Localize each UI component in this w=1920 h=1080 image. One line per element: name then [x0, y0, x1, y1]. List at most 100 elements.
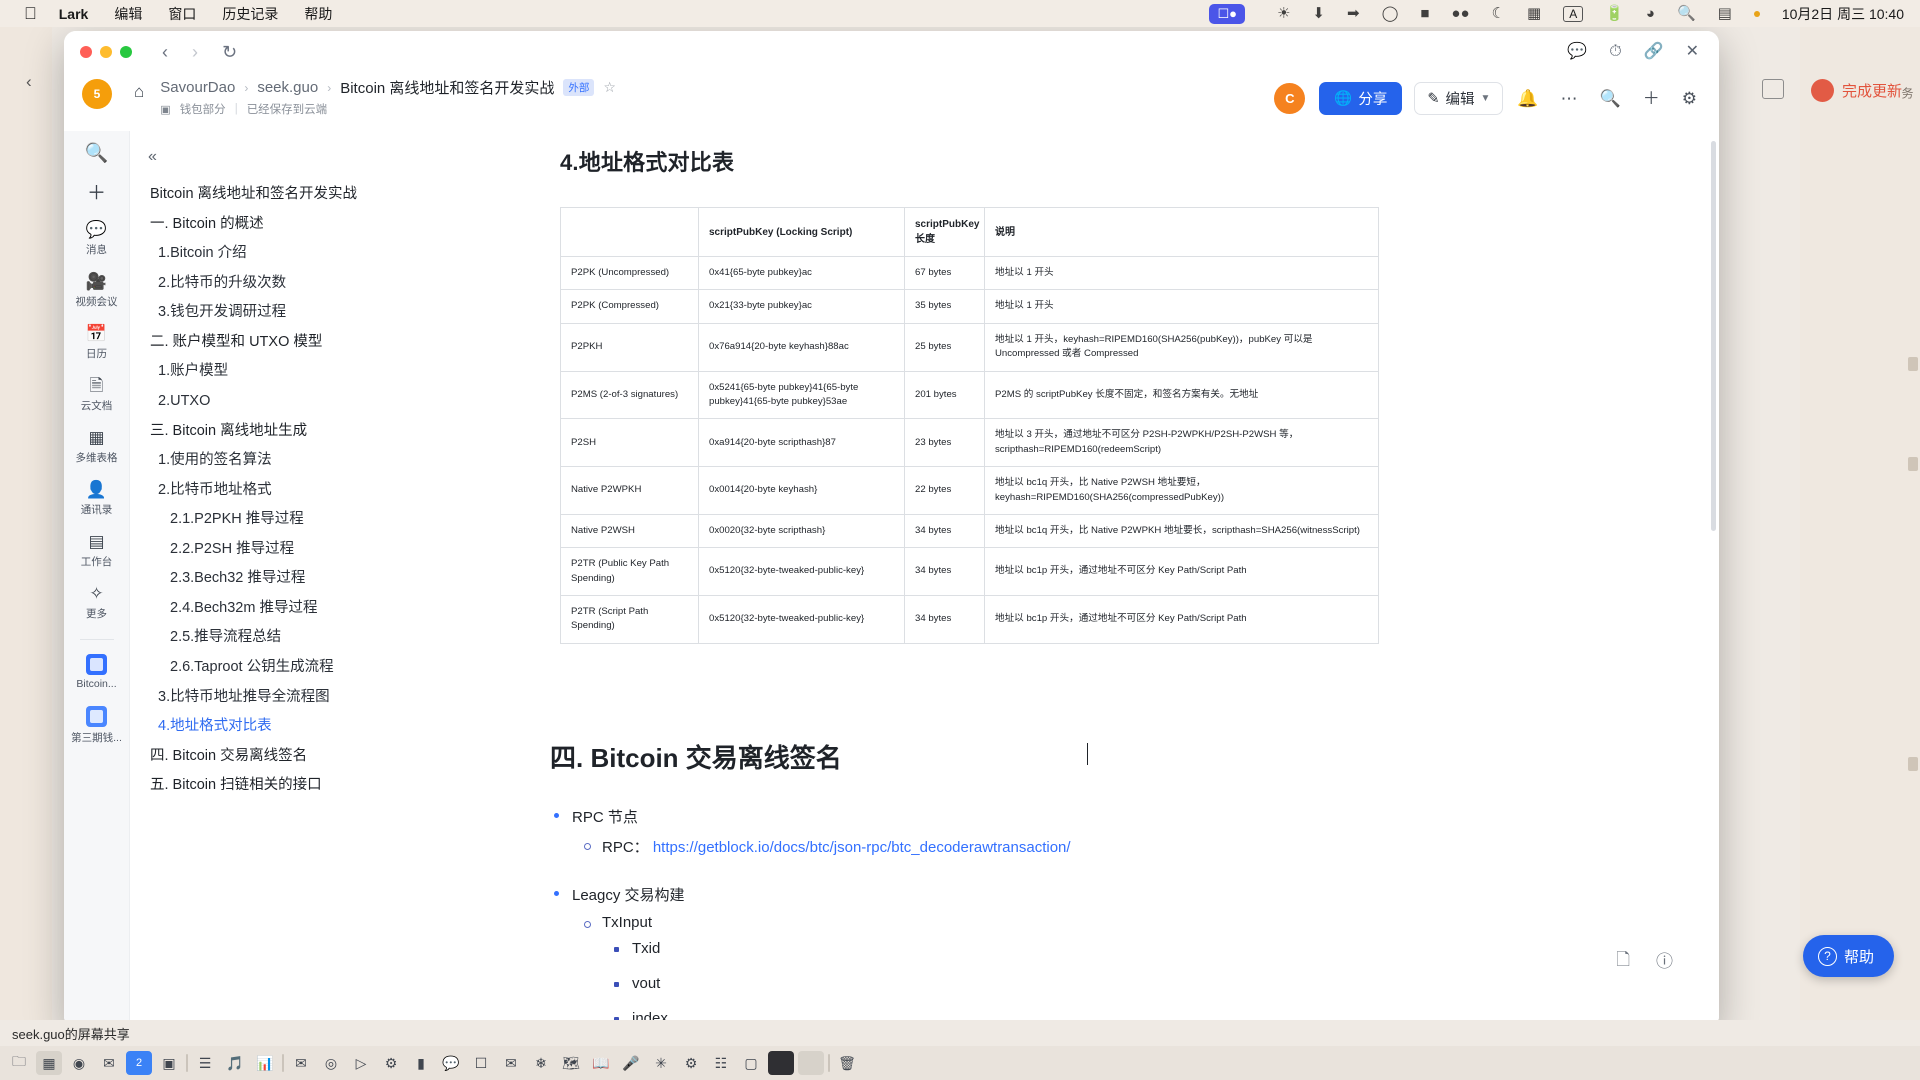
dock-item-finder[interactable]: 🗀 — [6, 1051, 32, 1075]
dock-item-music[interactable]: 🎵 — [222, 1051, 248, 1075]
dock-item-messages[interactable]: 💬 — [438, 1051, 464, 1075]
back-chevron-icon[interactable]: ‹ — [162, 43, 168, 61]
sidebar-item-base[interactable]: ▦ 多维表格 — [64, 429, 130, 465]
menu-item-window[interactable]: 窗口 — [168, 4, 196, 24]
gear-icon[interactable]: ⚙ — [1682, 90, 1697, 107]
input-source-icon[interactable]: A — [1563, 5, 1584, 22]
outline-item-19[interactable]: 四. Bitcoin 交易离线签名 — [146, 742, 438, 772]
dock-item-books[interactable]: 📖 — [588, 1051, 614, 1075]
apple-icon[interactable]:  — [24, 5, 37, 22]
vertical-scrollbar[interactable] — [1711, 141, 1716, 531]
sidebar-item-calendar[interactable]: 📅 日历 — [64, 325, 130, 361]
help-circle-icon[interactable]: ⓘ — [1656, 947, 1673, 976]
dock-item-appstore[interactable]: ✳ — [648, 1051, 674, 1075]
search-icon[interactable]: 🔍 — [85, 141, 109, 165]
tenant-avatar[interactable]: 5 — [82, 79, 112, 109]
reload-icon[interactable]: ↻ — [222, 43, 237, 61]
outline-item-11[interactable]: 2.1.P2PKH 推导过程 — [146, 505, 438, 535]
outline-item-17[interactable]: 3.比特币地址推导全流程图 — [146, 683, 438, 713]
document-canvas[interactable]: 4.地址格式对比表 scriptPubKey (Locking Script) … — [450, 131, 1719, 1028]
breadcrumb-item-0[interactable]: SavourDao — [160, 79, 235, 96]
history-clock-icon[interactable]: ⏱ — [1609, 44, 1621, 60]
outline-item-5[interactable]: 二. 账户模型和 UTXO 模型 — [146, 328, 438, 358]
outline-item-20[interactable]: 五. Bitcoin 扫链相关的接口 — [146, 771, 438, 801]
forward-chevron-icon[interactable]: › — [192, 43, 198, 61]
maximize-window-button[interactable] — [120, 46, 132, 58]
dock-item-calendar[interactable]: 2 — [126, 1051, 152, 1075]
outline-item-16[interactable]: 2.6.Taproot 公钥生成流程 — [146, 653, 438, 683]
cells-icon[interactable]: ●● — [1451, 6, 1469, 21]
dock-item-trash[interactable]: 🗑 — [834, 1051, 860, 1075]
sidebar-item-cloud-docs[interactable]: 🗎 云文档 — [64, 377, 130, 413]
stack-icon[interactable]: ▦ — [1527, 6, 1541, 21]
battery-charging-icon[interactable]: 🔋 — [1605, 6, 1624, 21]
rpc-doc-link[interactable]: https://getblock.io/docs/btc/json-rpc/bt… — [653, 839, 1071, 856]
comment-icon[interactable]: 💬 — [1567, 44, 1587, 60]
rocket-icon[interactable]: ➡ — [1347, 6, 1360, 21]
close-window-button[interactable] — [80, 46, 92, 58]
dock-item-podcast[interactable]: 🎤 — [618, 1051, 644, 1075]
menu-item-help[interactable]: 帮助 — [304, 4, 332, 24]
background-update-button[interactable]: 完成更新 — [1810, 79, 1902, 102]
menu-item-lark[interactable]: Lark — [59, 6, 89, 22]
outline-item-13[interactable]: 2.3.Bech32 推导过程 — [146, 564, 438, 594]
wifi-icon[interactable]: ◕ — [1646, 6, 1655, 21]
dock-item-terminal-2[interactable] — [768, 1051, 794, 1075]
sidebar-item-contacts[interactable]: 👤 通讯录 — [64, 481, 130, 517]
dock-item-files[interactable] — [798, 1051, 824, 1075]
home-icon[interactable]: ⌂ — [134, 82, 144, 102]
ring-icon[interactable]: ◯ — [1382, 6, 1399, 21]
dock-item-utility[interactable]: ☷ — [708, 1051, 734, 1075]
menu-item-edit[interactable]: 编辑 — [114, 4, 142, 24]
dock-item-reminders[interactable]: ☰ — [192, 1051, 218, 1075]
dock-item-preview[interactable]: ☐ — [468, 1051, 494, 1075]
more-dots-icon[interactable]: ⋯ — [1561, 90, 1578, 107]
dock-item-mail-2[interactable]: ✉ — [498, 1051, 524, 1075]
control-center-icon[interactable]: ▤ — [1718, 6, 1732, 21]
bell-icon[interactable]: 🔔 — [1517, 90, 1538, 107]
outline-item-4[interactable]: 3.钱包开发调研过程 — [146, 298, 438, 328]
outline-item-1[interactable]: 一. Bitcoin 的概述 — [146, 210, 438, 240]
outline-item-0[interactable]: Bitcoin 离线地址和签名开发实战 — [146, 180, 438, 210]
w-app-icon[interactable]: ■ — [1420, 6, 1429, 21]
dock-item-notes[interactable]: ▣ — [156, 1051, 182, 1075]
sidebar-item-more[interactable]: ✧ 更多 — [64, 585, 130, 621]
sidebar-item-video-meeting[interactable]: 🎥 视频会议 — [64, 273, 130, 309]
star-icon[interactable]: ☆ — [603, 79, 616, 96]
background-window-tab[interactable] — [1762, 79, 1784, 99]
dock-item-mail[interactable]: ✉ — [96, 1051, 122, 1075]
moon-icon[interactable]: ☾ — [1492, 6, 1505, 21]
outline-item-2[interactable]: 1.Bitcoin 介绍 — [146, 239, 438, 269]
sidebar-item-pinned-bitcoin[interactable]: Bitcoin... — [64, 654, 130, 690]
help-fab-button[interactable]: ? 帮助 — [1802, 935, 1894, 977]
dock-item-maps[interactable]: 🗺 — [558, 1051, 584, 1075]
dock-item-notion[interactable]: ▢ — [738, 1051, 764, 1075]
outline-item-18[interactable]: 4.地址格式对比表 — [146, 712, 438, 742]
outline-item-12[interactable]: 2.2.P2SH 推导过程 — [146, 535, 438, 565]
dock-item-settings[interactable]: ⚙ — [678, 1051, 704, 1075]
sidebar-item-workplace[interactable]: ▤ 工作台 — [64, 533, 130, 569]
search-icon[interactable]: 🔍 — [1600, 90, 1621, 107]
screen-share-icon[interactable]: ☐● — [1209, 3, 1245, 24]
outline-item-14[interactable]: 2.4.Bech32m 推导过程 — [146, 594, 438, 624]
dock-item-numbers[interactable]: 📊 — [252, 1051, 278, 1075]
collapse-left-icon[interactable]: « — [148, 148, 438, 166]
outline-item-8[interactable]: 三. Bitcoin 离线地址生成 — [146, 417, 438, 447]
menu-item-history[interactable]: 历史记录 — [222, 4, 278, 24]
outline-item-6[interactable]: 1.账户模型 — [146, 357, 438, 387]
dock-item-figma[interactable]: ⚙ — [378, 1051, 404, 1075]
link-icon[interactable]: 🔗 — [1644, 44, 1664, 60]
plus-icon[interactable]: ＋ — [87, 178, 106, 205]
desktop-back-arrow-icon[interactable]: ‹ — [26, 72, 32, 92]
outline-item-3[interactable]: 2.比特币的升级次数 — [146, 269, 438, 299]
outline-item-10[interactable]: 2.比特币地址格式 — [146, 476, 438, 506]
plus-icon[interactable]: ＋ — [1643, 90, 1660, 107]
dock-item-photos[interactable]: ❄ — [528, 1051, 554, 1075]
download-icon[interactable]: ⬇ — [1312, 6, 1325, 21]
dock-item-vscode[interactable]: ▷ — [348, 1051, 374, 1075]
share-button[interactable]: 🌐 分享 — [1319, 82, 1403, 115]
outline-item-9[interactable]: 1.使用的签名算法 — [146, 446, 438, 476]
edit-mode-button[interactable]: ✎ 编辑 ▼ — [1414, 82, 1504, 115]
menu-bar-clock[interactable]: 10月2日 周三 10:40 — [1782, 4, 1904, 24]
wifi-mesh-icon[interactable]: ☀ — [1277, 6, 1290, 21]
